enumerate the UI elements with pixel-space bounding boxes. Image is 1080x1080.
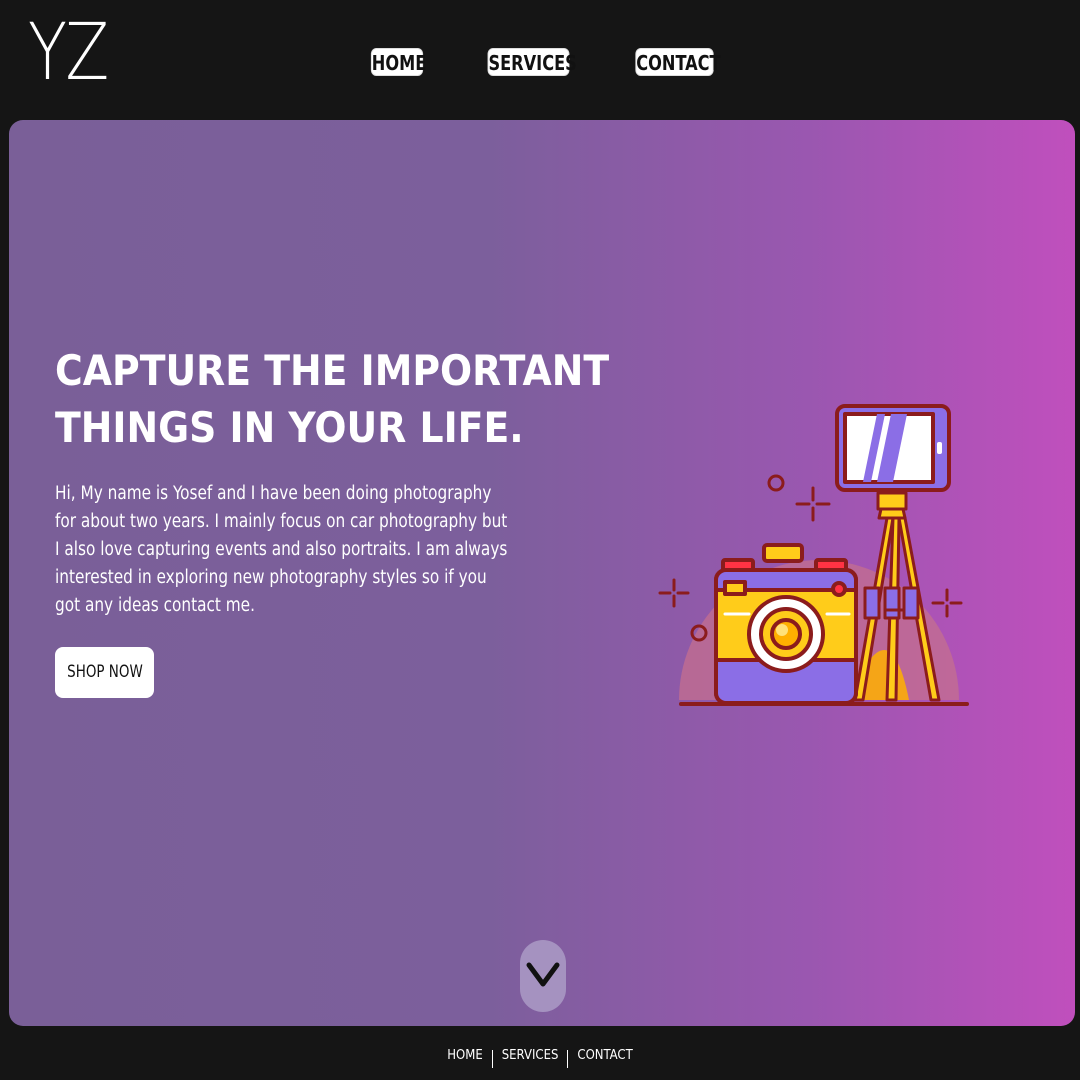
camera-tripod-illustration bbox=[658, 404, 969, 706]
footer-services-link[interactable]: SERVICES bbox=[493, 1046, 568, 1066]
hero-intro-text: Hi, My name is Yosef and I have been doi… bbox=[55, 483, 508, 616]
footer-home-link[interactable]: HOME bbox=[438, 1046, 491, 1066]
scroll-down-button[interactable] bbox=[520, 940, 566, 1012]
hero-headline: CAPTURE THE IMPORTANT THINGS IN YOUR LIF… bbox=[55, 346, 610, 452]
hero-section: CAPTURE THE IMPORTANT THINGS IN YOUR LIF… bbox=[9, 120, 1075, 1026]
shop-now-button[interactable]: SHOP NOW bbox=[55, 647, 154, 698]
shop-now-label: SHOP NOW bbox=[66, 662, 143, 682]
nav-contact-button[interactable]: CONTACT bbox=[635, 48, 721, 76]
footer-navigation: HOME SERVICES CONTACT bbox=[0, 1046, 1080, 1070]
page: YZ HOME SERVICES CONTACT CAPTURE THE IMP… bbox=[0, 0, 1080, 1080]
chevron-down-icon bbox=[526, 962, 560, 987]
footer-contact-link[interactable]: CONTACT bbox=[568, 1046, 641, 1066]
top-navigation: HOME SERVICES CONTACT bbox=[0, 48, 1080, 78]
nav-home-button[interactable]: HOME bbox=[370, 48, 426, 76]
nav-services-button[interactable]: SERVICES bbox=[487, 48, 577, 76]
